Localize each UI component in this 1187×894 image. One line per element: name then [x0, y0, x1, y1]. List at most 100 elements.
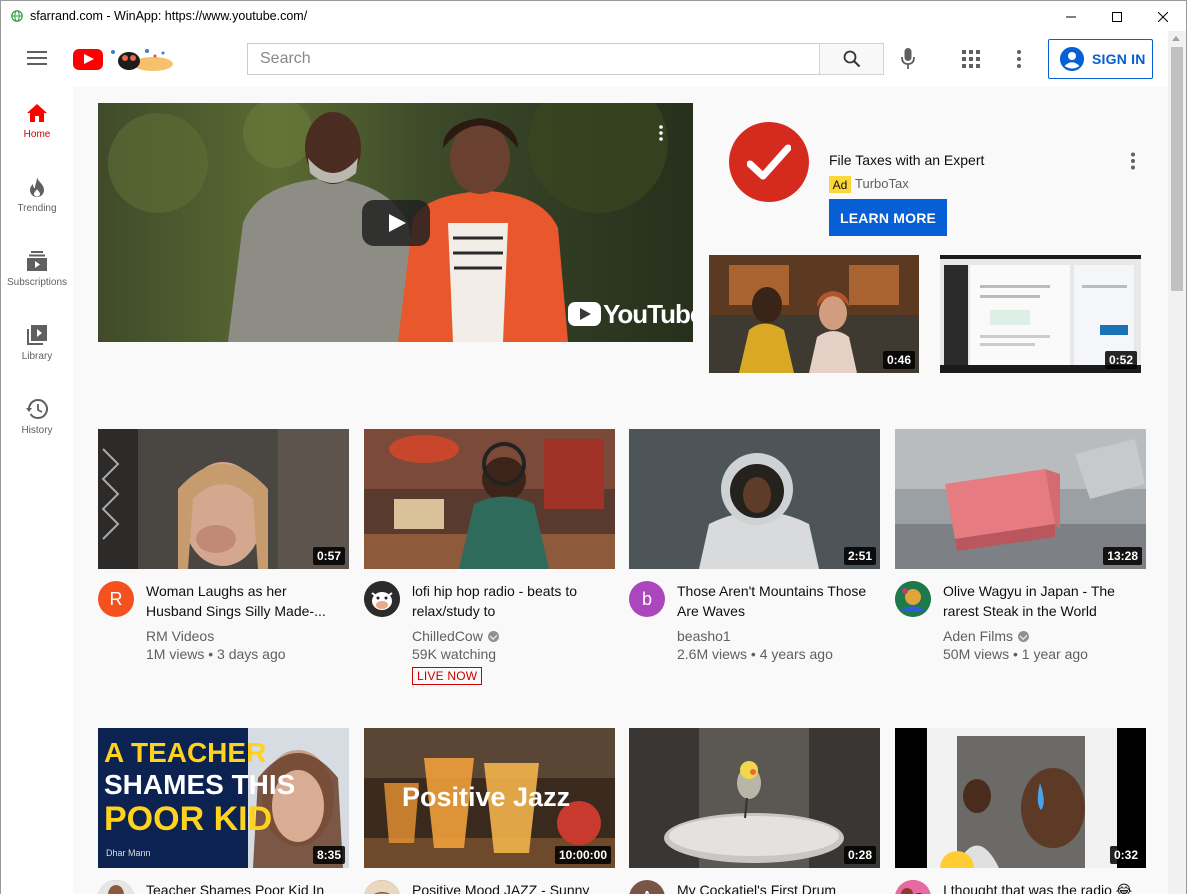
- video-title[interactable]: lofi hip hop radio - beats to relax/stud…: [412, 581, 612, 621]
- video-stats: 50M views • 1 year ago: [943, 646, 1088, 662]
- sign-in-button[interactable]: SIGN IN: [1048, 39, 1153, 79]
- ad-badge: Ad: [829, 176, 851, 193]
- video-duration: 0:28: [843, 846, 876, 864]
- video-duration: 0:46: [882, 351, 915, 369]
- video-duration: 10:00:00: [554, 846, 611, 864]
- doodle-logo[interactable]: [105, 46, 173, 74]
- channel-avatar[interactable]: [895, 880, 931, 894]
- youtube-logo[interactable]: [73, 49, 103, 70]
- video-title[interactable]: Those Aren't Mountains Those Are Waves: [677, 581, 877, 621]
- learn-more-button[interactable]: LEARN MORE: [829, 199, 947, 236]
- sidebar-item-subscriptions[interactable]: Subscriptions: [1, 235, 73, 309]
- video-title[interactable]: Positive Mood JAZZ - Sunny Jazz Cafe and…: [412, 880, 612, 894]
- ad-video-thumbnail-1[interactable]: 0:46: [709, 255, 919, 373]
- more-vertical-icon: [1017, 50, 1021, 68]
- video-title[interactable]: Woman Laughs as her Husband Sings Silly …: [146, 581, 346, 621]
- menu-icon[interactable]: [27, 51, 47, 65]
- video-thumbnail[interactable]: A TEACHER SHAMES THIS POOR KID Dhar Mann…: [98, 728, 349, 868]
- sidebar-item-label: Subscriptions: [6, 277, 68, 288]
- turbotax-logo[interactable]: [729, 122, 809, 202]
- sidebar-item-trending[interactable]: Trending: [1, 161, 73, 235]
- sidebar-item-label: Trending: [17, 203, 57, 214]
- masthead: SIGN IN: [1, 31, 1169, 87]
- video-title[interactable]: I thought that was the radio 😂: [943, 880, 1143, 894]
- video-duration: 0:57: [312, 547, 345, 565]
- youtube-mini-logo-icon: [568, 302, 601, 326]
- thumbnail-image: A TEACHER SHAMES THIS POOR KID Dhar Mann: [98, 728, 349, 868]
- video-thumbnail[interactable]: Positive Jazz 10:00:00: [364, 728, 615, 868]
- channel-avatar[interactable]: [895, 581, 931, 617]
- more-vertical-icon[interactable]: [659, 125, 663, 141]
- sidebar-item-library[interactable]: Library: [1, 309, 73, 383]
- channel-name[interactable]: beasho1: [677, 627, 833, 645]
- channel-avatar-image: [895, 880, 931, 894]
- video-title[interactable]: Teacher Shames Poor Kid In Class, Instan…: [146, 880, 346, 894]
- video-card[interactable]: lofi hip hop radio - beats to relax/stud…: [364, 429, 615, 685]
- video-card[interactable]: 0:28 A My Cockatiel's First Drum Lesson: [629, 728, 880, 894]
- channel-avatar[interactable]: A: [629, 880, 665, 894]
- sidebar-item-history[interactable]: History: [1, 383, 73, 457]
- scroll-up-arrow-icon[interactable]: [1172, 36, 1180, 41]
- microphone-icon: [901, 48, 915, 69]
- play-button[interactable]: [362, 200, 430, 246]
- video-duration: 13:28: [1103, 547, 1142, 565]
- main-content: YouTube File Taxes with an Expert Ad Tur…: [73, 87, 1168, 894]
- verified-badge-icon: [1018, 631, 1030, 642]
- search-icon: [843, 50, 860, 68]
- video-thumbnail[interactable]: 0:57: [98, 429, 349, 569]
- youtube-watermark: YouTube: [568, 299, 693, 329]
- video-thumbnail[interactable]: 0:32: [895, 728, 1146, 868]
- more-vertical-icon[interactable]: [1130, 152, 1136, 170]
- maximize-button[interactable]: [1094, 1, 1140, 32]
- channel-avatar[interactable]: [98, 880, 134, 894]
- ad-advertiser: TurboTax: [855, 176, 909, 191]
- video-title[interactable]: My Cockatiel's First Drum Lesson: [677, 880, 877, 894]
- video-card[interactable]: 2:51 b Those Aren't Mountains Those Are …: [629, 429, 880, 662]
- ad-video-thumbnail-2[interactable]: 0:52: [940, 255, 1141, 373]
- thumbnail-image: [364, 429, 615, 569]
- apps-grid-icon[interactable]: [961, 49, 981, 69]
- channel-avatar[interactable]: R: [98, 581, 134, 617]
- channel-avatar[interactable]: [364, 880, 400, 894]
- video-thumbnail[interactable]: 13:28: [895, 429, 1146, 569]
- video-metadata: Aden Films 50M views • 1 year ago: [943, 627, 1088, 663]
- scrollbar-thumb[interactable]: [1171, 47, 1183, 291]
- voice-search-button[interactable]: [897, 47, 919, 71]
- video-thumbnail[interactable]: 2:51: [629, 429, 880, 569]
- minimize-button[interactable]: [1048, 1, 1094, 32]
- chilledcow-avatar-icon: [364, 581, 400, 617]
- channel-avatar-image: [98, 880, 134, 894]
- history-icon: [26, 399, 48, 419]
- thumbnail-image: [895, 728, 1146, 868]
- channel-name[interactable]: RM Videos: [146, 627, 286, 645]
- hero-video-player[interactable]: YouTube: [98, 103, 693, 342]
- channel-avatar-image: [364, 880, 400, 894]
- sidebar-item-home[interactable]: Home: [1, 87, 73, 161]
- video-thumbnail[interactable]: 0:28: [629, 728, 880, 868]
- channel-avatar[interactable]: [364, 581, 400, 617]
- channel-name[interactable]: Aden Films: [943, 628, 1013, 644]
- video-card[interactable]: A TEACHER SHAMES THIS POOR KID Dhar Mann…: [98, 728, 349, 894]
- guide-sidebar: Home Trending Subscriptions Library Hist…: [1, 87, 73, 894]
- video-card[interactable]: 0:32 I thought that was the radio 😂: [895, 728, 1146, 894]
- channel-name[interactable]: ChilledCow: [412, 628, 483, 644]
- search-input[interactable]: [247, 43, 820, 75]
- thumbnail-image: [98, 429, 349, 569]
- close-button[interactable]: [1140, 1, 1186, 32]
- vertical-scrollbar[interactable]: [1168, 31, 1186, 894]
- settings-more-button[interactable]: [1009, 47, 1029, 71]
- video-metadata: beasho1 2.6M views • 4 years ago: [677, 627, 833, 663]
- checkmark-icon: [747, 144, 791, 180]
- video-card[interactable]: Positive Jazz 10:00:00 Positive Mood JAZ…: [364, 728, 615, 894]
- search-button[interactable]: [819, 43, 884, 75]
- video-card[interactable]: 0:57 R Woman Laughs as her Husband Sings…: [98, 429, 349, 662]
- ad-title[interactable]: File Taxes with an Expert: [829, 152, 984, 168]
- verified-badge-icon: [487, 631, 499, 642]
- video-title[interactable]: Olive Wagyu in Japan - The rarest Steak …: [943, 581, 1143, 621]
- video-duration: 0:32: [1109, 846, 1142, 864]
- channel-avatar[interactable]: b: [629, 581, 665, 617]
- globe-icon: [11, 10, 23, 22]
- browser-viewport: SIGN IN Home Trending Subscriptions: [0, 31, 1187, 894]
- video-thumbnail[interactable]: [364, 429, 615, 569]
- video-card[interactable]: 13:28 Olive Wagyu in Japan - The rarest …: [895, 429, 1146, 662]
